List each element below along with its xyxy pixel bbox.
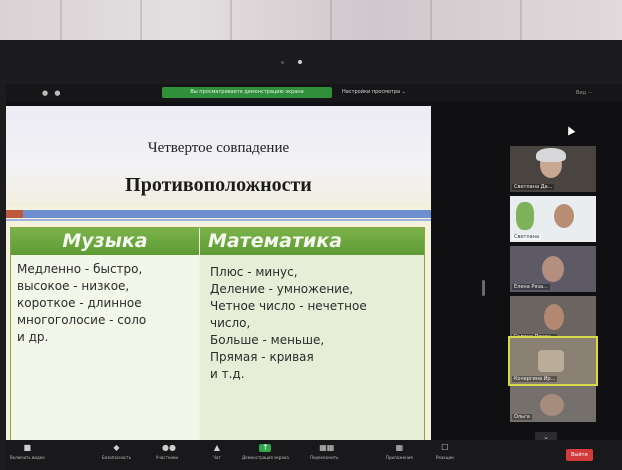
participant-gallery: Светлана Да... Светлана Елена Ряза... Га… (508, 56, 600, 422)
leave-meeting-button[interactable]: Выйти (566, 449, 593, 461)
math-column-body: Плюс - минус, Деление - умножение, Четно… (200, 255, 424, 383)
chat-icon: ▲ (213, 443, 221, 452)
avatar (544, 304, 564, 330)
participant-name: Светлана (512, 234, 542, 240)
background-wall (0, 0, 622, 42)
music-column: Музыка Медленно - быстро, высокое - низк… (11, 228, 199, 441)
math-column-header: Математика (200, 228, 424, 255)
list-item: высокое - низкое, (17, 279, 130, 293)
list-item: Прямая - кривая (210, 350, 314, 364)
window-controls[interactable]: ● ● (42, 89, 62, 97)
split-view-handle[interactable] (482, 280, 485, 296)
slide-divider-thin (6, 219, 431, 221)
security-button-label: Безопасность (102, 455, 131, 460)
list-item: Плюс - минус, (210, 265, 298, 279)
apps-button[interactable]: ▦ Приложения (386, 443, 413, 461)
switch-view-button-label: Переключить (310, 455, 339, 460)
participant-tile-active[interactable]: Кочергина Ир... (508, 336, 598, 386)
grid-icon: ▦▦ (319, 443, 335, 452)
avatar (540, 394, 564, 416)
math-column: Математика Плюс - минус, Деление - умнож… (200, 228, 424, 441)
avatar (542, 256, 564, 282)
list-item: Деление - умножение, (210, 282, 354, 296)
camera-sensor (281, 61, 284, 64)
music-column-header: Музыка (11, 228, 199, 255)
screen-share-banner: Вы просматриваете демонстрацию экрана (162, 87, 332, 98)
avatar (538, 350, 564, 372)
list-item: многоголосие - соло (17, 313, 147, 327)
share-screen-button-label: Демонстрация экрана (242, 455, 289, 460)
share-screen-icon: ↑ (259, 444, 272, 452)
participant-tile[interactable]: Светлана (510, 196, 596, 242)
participant-tile[interactable]: Галина Печен... (510, 296, 596, 342)
participant-tile[interactable]: Ольга (510, 386, 596, 422)
security-button[interactable]: ◆ Безопасность (102, 443, 131, 461)
video-icon: ■ (23, 443, 32, 452)
avatar (516, 202, 534, 230)
participants-button-label: Участники (156, 455, 179, 460)
participant-name: Ольга (512, 414, 532, 420)
switch-view-button[interactable]: ▦▦ Переключить (310, 443, 339, 461)
reaction-button-label: Реакции (436, 455, 454, 460)
share-screen-button[interactable]: ↑ Демонстрация экрана (242, 444, 289, 461)
avatar (554, 204, 574, 228)
list-item: число, (210, 316, 251, 330)
participant-tile[interactable]: Светлана Да... (510, 146, 596, 192)
slide-divider (6, 210, 431, 218)
list-item: и др. (17, 330, 49, 344)
chat-button-label: Чат (213, 455, 221, 460)
shield-icon: ◆ (113, 443, 120, 452)
view-options-button[interactable]: Настройки просмотра ⌄ (342, 87, 406, 98)
reaction-icon: ☐ (441, 443, 449, 452)
webcam (298, 60, 302, 64)
slide-title: Противоположности (125, 174, 312, 196)
participant-name: Кочергина Ир... (512, 376, 558, 382)
music-column-body: Медленно - быстро, высокое - низкое, кор… (11, 255, 199, 346)
slide-subtitle: Четвертое совпадение (147, 140, 290, 156)
chat-button[interactable]: ▲ Чат (212, 443, 222, 461)
shared-slide: Четвертое совпадение Противоположности М… (6, 106, 431, 446)
comparison-table: Музыка Медленно - быстро, высокое - низк… (10, 227, 425, 442)
list-item: короткое - длинное (17, 296, 142, 310)
participants-icon: ●● (162, 443, 176, 452)
list-item: Больше - меньше, (210, 333, 325, 347)
list-item: Четное число - нечетное (210, 299, 367, 313)
list-item: и т.д. (210, 367, 245, 381)
participant-name: Елена Ряза... (512, 284, 550, 290)
participant-tile[interactable]: Елена Ряза... (510, 246, 596, 292)
video-button-label: Включить видео (10, 455, 45, 460)
video-button[interactable]: ■ Включить видео (10, 443, 45, 461)
avatar-hair (536, 148, 566, 162)
meeting-toolbar: ■ Включить видео ◆ Безопасность ●● Участ… (6, 440, 622, 470)
apps-icon: ▦ (395, 443, 404, 452)
participants-button[interactable]: ●● Участники (156, 443, 179, 461)
list-item: Медленно - быстро, (17, 262, 143, 276)
apps-button-label: Приложения (386, 455, 413, 460)
reaction-button[interactable]: ☐ Реакции (436, 443, 454, 461)
participant-name: Светлана Да... (512, 184, 555, 190)
